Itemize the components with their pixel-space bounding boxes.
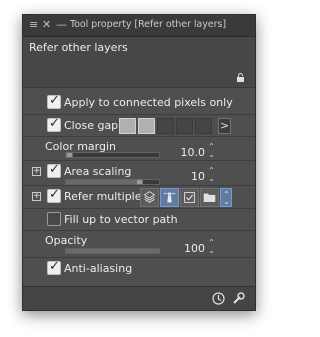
row-refer-multiple: + ✓ Refer multiple ⌃ ⌄ xyxy=(23,185,255,209)
row-color-margin: Color margin 10.0 ⌃ ⌄ xyxy=(23,136,255,161)
title-bar: ≡ ✕ — Tool property [Refer other layers] xyxy=(23,15,255,37)
refer-multiple-checkbox[interactable]: ✓ xyxy=(47,187,61,203)
gap-size-5[interactable] xyxy=(195,118,212,134)
color-margin-slider[interactable] xyxy=(65,152,160,158)
opacity-slider[interactable] xyxy=(65,248,160,254)
close-icon[interactable]: ✕ xyxy=(42,18,51,32)
folder-layers-button[interactable] xyxy=(200,188,219,207)
expand-icon[interactable]: + xyxy=(32,192,41,201)
minimize-icon[interactable]: — xyxy=(56,18,67,32)
lighthouse-icon xyxy=(163,192,176,203)
gap-size-4[interactable] xyxy=(176,118,193,134)
color-margin-value[interactable]: 10.0 xyxy=(173,146,206,159)
selected-layers-button[interactable] xyxy=(180,188,199,207)
opacity-value[interactable]: 100 xyxy=(173,242,205,255)
spin-down-icon[interactable]: ⌄ xyxy=(207,151,216,159)
reset-icon[interactable] xyxy=(211,291,226,306)
window-title: Tool property [Refer other layers] xyxy=(70,19,226,30)
chevron-right-icon[interactable]: > xyxy=(218,118,231,134)
tool-header: Refer other layers xyxy=(23,37,255,88)
anti-aliasing-label: Anti-aliasing xyxy=(64,262,133,275)
close-gap-checkbox[interactable]: ✓ xyxy=(47,116,61,132)
lock-icon[interactable] xyxy=(236,73,245,82)
gap-size-1[interactable] xyxy=(119,118,136,134)
menu-icon[interactable]: ≡ xyxy=(29,18,38,32)
tool-title: Refer other layers xyxy=(29,41,128,54)
row-area-scaling: + ✓ Area scaling 10 ⌃ ⌄ xyxy=(23,160,255,186)
row-opacity: Opacity 100 ⌃ ⌄ xyxy=(23,230,255,258)
area-scaling-value[interactable]: 10 xyxy=(173,170,205,183)
gap-size-2[interactable] xyxy=(138,118,155,134)
opacity-label: Opacity xyxy=(45,234,88,247)
all-layers-button[interactable] xyxy=(140,188,159,207)
folder-icon xyxy=(203,193,216,202)
spin-down-icon[interactable]: ⌄ xyxy=(207,175,216,183)
spin-up-icon[interactable]: ⌃ xyxy=(207,167,216,175)
expand-icon[interactable]: + xyxy=(32,167,41,176)
panel-footer xyxy=(23,286,255,310)
refer-mode-dropdown[interactable]: ⌃ ⌄ xyxy=(220,188,232,207)
fill-vector-label: Fill up to vector path xyxy=(64,213,178,226)
slider-fill xyxy=(66,180,139,184)
reference-layer-button[interactable] xyxy=(160,188,179,207)
spin-down-icon: ⌄ xyxy=(223,197,230,206)
area-scaling-checkbox[interactable]: ✓ xyxy=(47,162,61,178)
fill-vector-checkbox[interactable] xyxy=(47,212,61,226)
row-apply-connected: ✓ Apply to connected pixels only xyxy=(23,92,255,114)
slider-fill xyxy=(66,249,159,253)
spin-up-icon[interactable]: ⌃ xyxy=(207,239,216,247)
row-close-gap: ✓ Close gap > xyxy=(23,114,255,137)
spin-down-icon[interactable]: ⌄ xyxy=(207,247,216,255)
close-gap-label: Close gap xyxy=(64,119,119,132)
checkbox-icon xyxy=(184,192,195,203)
layers-icon xyxy=(143,191,156,203)
tool-property-panel: ≡ ✕ — Tool property [Refer other layers]… xyxy=(22,14,256,311)
gap-size-3[interactable] xyxy=(157,118,174,134)
refer-multiple-label: Refer multiple xyxy=(64,190,142,203)
wrench-icon[interactable] xyxy=(231,291,246,306)
spin-up-icon[interactable]: ⌃ xyxy=(207,143,216,151)
slider-knob[interactable] xyxy=(66,152,73,158)
apply-connected-checkbox[interactable]: ✓ xyxy=(47,93,61,109)
row-fill-vector: Fill up to vector path xyxy=(23,208,255,231)
apply-connected-label: Apply to connected pixels only xyxy=(64,96,233,109)
area-scaling-label: Area scaling xyxy=(64,165,132,178)
anti-aliasing-checkbox[interactable]: ✓ xyxy=(47,259,61,275)
row-anti-aliasing: ✓ Anti-aliasing xyxy=(23,257,255,280)
